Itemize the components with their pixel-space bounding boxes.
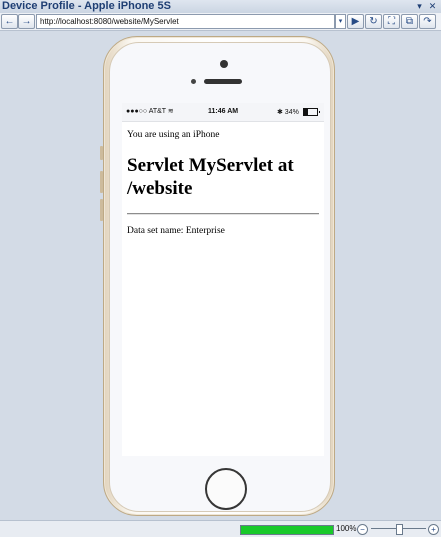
play-icon: ▶ (351, 16, 360, 27)
back-button[interactable]: ← (1, 14, 18, 29)
navigation-bar: ← → http://localhost:8080/website/MyServ… (0, 13, 441, 31)
sensor-icon (191, 79, 196, 84)
window-title: Device Profile - Apple iPhone 5S (2, 0, 171, 12)
zoom-level: 100% (336, 524, 357, 533)
device-viewport: ●●●○○ AT&T ≋ 11:46 AM ✱ 34% You are usin… (0, 31, 441, 520)
refresh-icon: ↻ (369, 16, 378, 27)
iphone-frame: ●●●○○ AT&T ≋ 11:46 AM ✱ 34% You are usin… (103, 36, 335, 516)
forward-arrow-icon: → (21, 16, 32, 27)
fullscreen-icon: ⛶ (388, 16, 395, 27)
ios-status-bar: ●●●○○ AT&T ≋ 11:46 AM ✱ 34% (122, 103, 324, 122)
battery-status: ✱ 34% (277, 108, 320, 117)
phone-screen: ●●●○○ AT&T ≋ 11:46 AM ✱ 34% You are usin… (122, 103, 324, 456)
copy-button[interactable]: ⧉ (401, 14, 418, 29)
title-bar: Device Profile - Apple iPhone 5S ▾ ✕ (0, 0, 441, 14)
address-bar[interactable]: http://localhost:8080/website/MyServlet (36, 14, 335, 29)
horizontal-rule (127, 213, 319, 215)
front-camera-icon (220, 60, 228, 68)
close-icon[interactable]: ✕ (427, 0, 438, 13)
go-button[interactable]: ▶ (347, 14, 364, 29)
page-heading: Servlet MyServlet at /website (127, 155, 294, 199)
iphone-face: ●●●○○ AT&T ≋ 11:46 AM ✱ 34% You are usin… (109, 42, 331, 512)
menu-arrow-icon[interactable]: ▾ (414, 0, 425, 13)
battery-percent: ✱ 34% (277, 108, 299, 116)
refresh-button[interactable]: ↻ (365, 14, 382, 29)
zoom-slider-thumb[interactable] (396, 524, 403, 535)
zoom-out-icon[interactable]: − (357, 524, 368, 535)
clock: 11:46 AM (208, 108, 239, 115)
dataset-name: Data set name: Enterprise (127, 226, 225, 236)
web-page-content: You are using an iPhone Servlet MyServle… (127, 129, 319, 237)
fullscreen-button[interactable]: ⛶ (383, 14, 400, 29)
rotate-button[interactable]: ↷ (419, 14, 436, 29)
loading-progress-bar (240, 525, 334, 535)
url-dropdown-button[interactable]: ▾ (335, 14, 346, 29)
forward-button[interactable]: → (18, 14, 35, 29)
earpiece-speaker (204, 79, 242, 84)
home-button[interactable] (205, 468, 247, 510)
chevron-down-icon: ▾ (338, 18, 343, 25)
status-bar: 100% − + (0, 520, 441, 537)
battery-icon (302, 108, 320, 116)
copy-icon: ⧉ (405, 16, 414, 27)
device-message: You are using an iPhone (127, 130, 220, 140)
progress-fill (241, 526, 333, 534)
back-arrow-icon: ← (4, 16, 15, 27)
carrier-signal: ●●●○○ AT&T ≋ (126, 108, 174, 115)
zoom-in-icon[interactable]: + (428, 524, 439, 535)
url-text: http://localhost:8080/website/MyServlet (40, 17, 179, 26)
rotate-icon: ↷ (423, 16, 432, 27)
